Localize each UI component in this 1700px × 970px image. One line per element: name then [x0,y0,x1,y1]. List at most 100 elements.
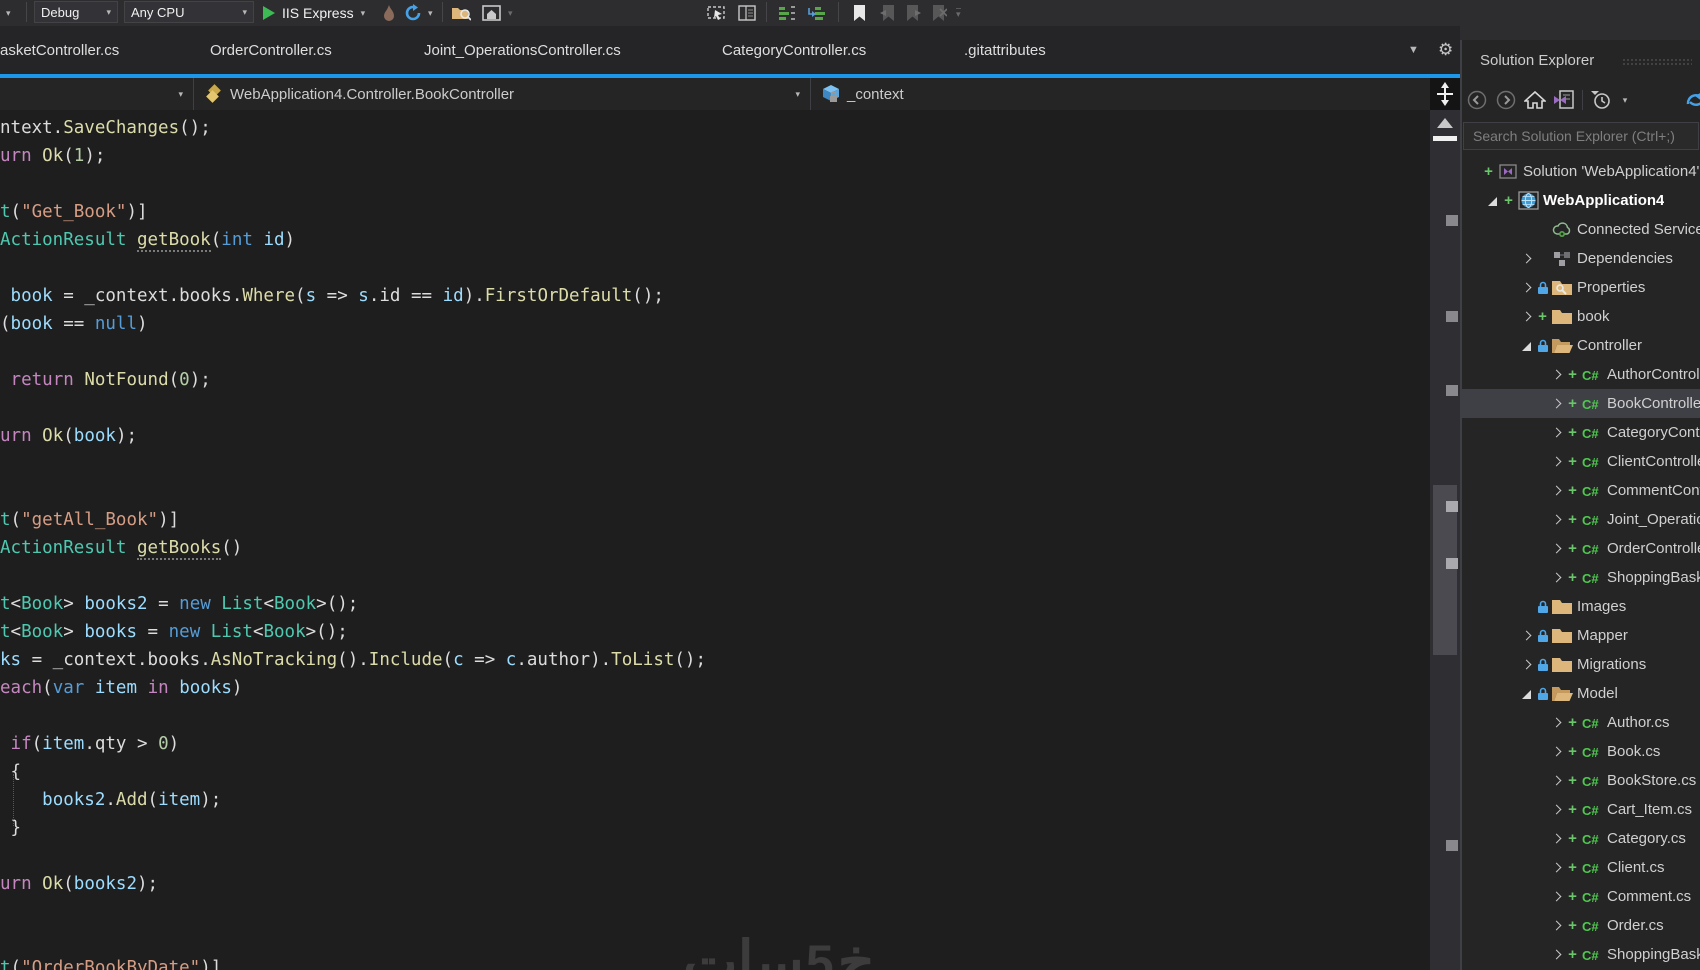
code-line: t("getAll_Book")] [0,510,180,530]
tree-item-commentcontroller-cs[interactable]: + C# CommentController.cs [1462,476,1700,505]
decrease-indent-button[interactable] [776,0,798,26]
tree-item-comment-cs[interactable]: + C# Comment.cs [1462,882,1700,911]
toolbar-options-overflow[interactable]: ▾ [956,0,961,26]
filter-dropdown[interactable]: ▾ [1619,89,1631,111]
refresh-button[interactable] [402,0,424,26]
expanded-arrow-icon[interactable] [1518,689,1534,699]
find-in-files-button[interactable] [450,0,472,26]
type-dropdown[interactable]: WebApplication4.Controller.BookControlle… [194,78,811,110]
platform-dropdown[interactable]: Any CPU ▾ [124,1,254,23]
collapsed-arrow-icon[interactable] [1518,311,1534,322]
tree-item-bookstore-cs[interactable]: + C# BookStore.cs [1462,766,1700,795]
document-tab-4[interactable]: .gitattributes [964,26,1046,74]
tree-item-author-cs[interactable]: + C# Author.cs [1462,708,1700,737]
csharp-icon: C# [1581,541,1603,557]
collapsed-arrow-icon[interactable] [1548,427,1564,438]
tree-item-webapplication4[interactable]: + WebApplication4 [1462,186,1700,215]
tree-item-book[interactable]: + book [1462,302,1700,331]
svg-text:C#: C# [1582,832,1599,847]
collapsed-arrow-icon[interactable] [1518,630,1534,641]
collapsed-arrow-icon[interactable] [1548,543,1564,554]
forward-button[interactable] [1495,89,1517,111]
debug-configuration-dropdown[interactable]: Debug ▾ [34,1,118,23]
collapsed-arrow-icon[interactable] [1548,891,1564,902]
tree-item-shoppingbasket-cs[interactable]: + C# ShoppingBasket.cs [1462,940,1700,969]
collapsed-arrow-icon[interactable] [1548,717,1564,728]
tree-item-bookcontroller-cs[interactable]: + C# BookController.cs [1462,389,1700,418]
member-dropdown[interactable]: _context ▾ [811,78,1460,110]
next-bookmark-button-disabled[interactable] [902,0,924,26]
collapsed-arrow-icon[interactable] [1548,369,1564,380]
collapsed-arrow-icon[interactable] [1518,282,1534,293]
select-box-button[interactable] [706,0,728,26]
collapsed-arrow-icon[interactable] [1548,920,1564,931]
collapsed-arrow-icon[interactable] [1548,862,1564,873]
tree-item-controller[interactable]: Controller [1462,331,1700,360]
toolbar-overflow-left-icon[interactable]: ▾ [6,0,11,26]
browse-home-button[interactable] [480,0,502,26]
tree-item-cart-item-cs[interactable]: + C# Cart_Item.cs [1462,795,1700,824]
csharp-icon: C# [1581,367,1603,383]
toggle-bookmark-button[interactable] [848,0,870,26]
sync-with-active-document-button[interactable] [1684,89,1700,111]
column-doc-button[interactable] [736,0,758,26]
refresh-dropdown[interactable]: ▾ [428,0,433,26]
document-tab-2[interactable]: Joint_OperationsController.cs [424,26,621,74]
collapsed-arrow-icon[interactable] [1548,572,1564,583]
tree-item-categorycontroller-cs[interactable]: + C# CategoryController.cs [1462,418,1700,447]
start-debug-button[interactable]: IIS Express ▾ [262,0,365,26]
tree-item-solution-webapplication4-[interactable]: + Solution 'WebApplication4' [1462,157,1700,186]
tree-item-shoppingbasketcontroller-cs[interactable]: + C# ShoppingBasketController.cs [1462,563,1700,592]
project-dropdown[interactable]: ▾ [0,78,194,110]
collapsed-arrow-icon[interactable] [1548,949,1564,960]
collapsed-arrow-icon[interactable] [1518,659,1534,670]
expanded-arrow-icon[interactable] [1484,196,1500,206]
document-tab-1[interactable]: OrderController.cs [210,26,332,74]
collapsed-arrow-icon[interactable] [1548,485,1564,496]
indent-lines-arrow-icon [808,7,825,20]
profiler-flame-button[interactable] [378,0,400,26]
document-tab-3[interactable]: CategoryController.cs [722,26,866,74]
collapsed-arrow-icon[interactable] [1548,746,1564,757]
tree-item-dependencies[interactable]: Dependencies [1462,244,1700,273]
tree-item-authorcontroller-cs[interactable]: + C# AuthorController.cs [1462,360,1700,389]
hidden-tabs-dropdown[interactable]: ▼ [1408,26,1419,74]
pending-changes-filter-button[interactable] [1590,89,1612,111]
increase-indent-button[interactable] [806,0,828,26]
collapsed-arrow-icon[interactable] [1518,253,1534,264]
tree-item-migrations[interactable]: Migrations [1462,650,1700,679]
collapsed-arrow-icon[interactable] [1548,775,1564,786]
tree-item-properties[interactable]: Properties [1462,273,1700,302]
collapsed-arrow-icon[interactable] [1548,456,1564,467]
code-editor[interactable]: ntext.SaveChanges(); urn Ok(1); t("Get_Bo… [0,110,1430,970]
back-button[interactable] [1466,89,1488,111]
tree-item-model[interactable]: Model [1462,679,1700,708]
solution-explorer-search-input[interactable]: Search Solution Explorer (Ctrl+;) [1463,122,1699,150]
editor-vertical-scrollbar[interactable] [1430,110,1460,970]
collapsed-arrow-icon[interactable] [1548,804,1564,815]
collapsed-arrow-icon[interactable] [1548,514,1564,525]
clear-bookmarks-button-disabled[interactable] [928,0,950,26]
expanded-arrow-icon[interactable] [1518,341,1534,351]
document-tab-0[interactable]: asketController.cs [0,26,119,74]
tree-item-category-cs[interactable]: + C# Category.cs [1462,824,1700,853]
switch-views-button[interactable] [1553,89,1575,111]
tree-item-mapper[interactable]: Mapper [1462,621,1700,650]
home-button[interactable] [1524,89,1546,111]
prev-bookmark-button-disabled[interactable] [876,0,898,26]
collapsed-arrow-icon[interactable] [1548,398,1564,409]
split-window-button[interactable] [1430,78,1460,110]
scrollbar-up-arrow-icon[interactable] [1437,118,1453,128]
collapsed-arrow-icon[interactable] [1548,833,1564,844]
tree-item-connected-services[interactable]: Connected Services [1462,215,1700,244]
tree-item-clientcontroller-cs[interactable]: + C# ClientController.cs [1462,447,1700,476]
toolbar-mini-overflow-icon[interactable]: ▾ [508,0,513,26]
tree-item-order-cs[interactable]: + C# Order.cs [1462,911,1700,940]
tree-item-joint-operationscontroller-cs[interactable]: + C# Joint_OperationsController.cs [1462,505,1700,534]
tree-item-images[interactable]: Images [1462,592,1700,621]
tab-options-gear[interactable]: ⚙ [1438,26,1453,74]
tree-item-book-cs[interactable]: + C# Book.cs [1462,737,1700,766]
tree-item-client-cs[interactable]: + C# Client.cs [1462,853,1700,882]
tree-item-ordercontroller-cs[interactable]: + C# OrderController.cs [1462,534,1700,563]
